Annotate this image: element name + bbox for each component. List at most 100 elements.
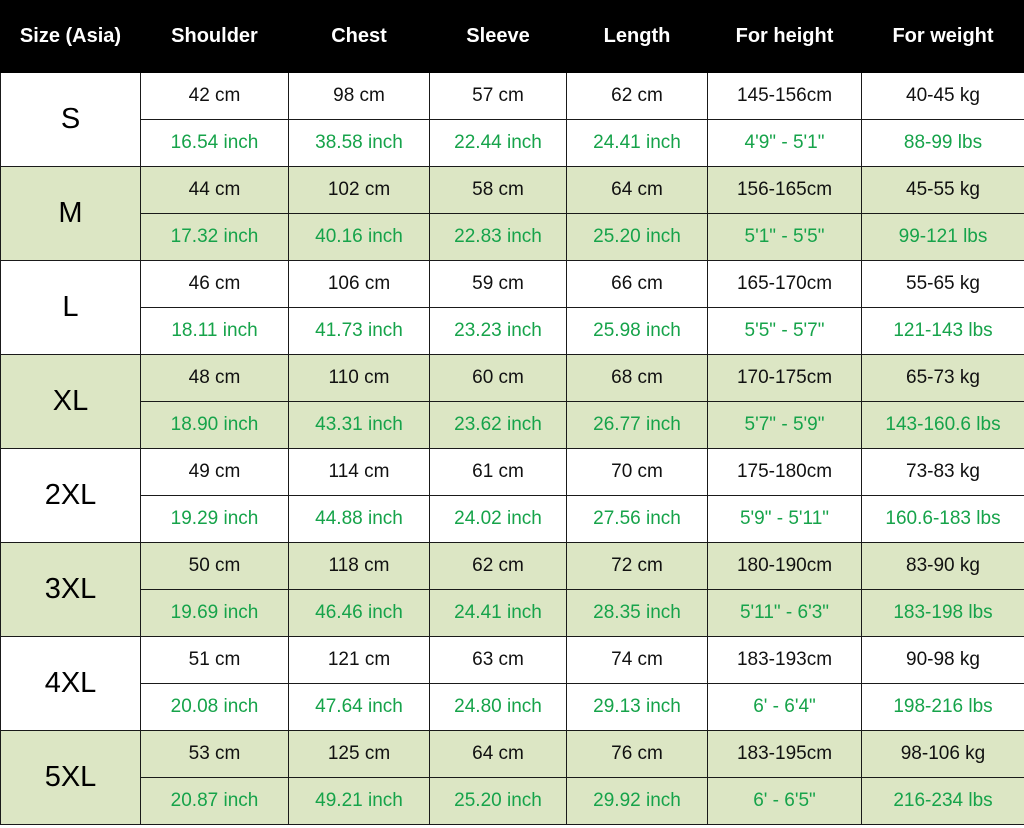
chest-imperial-cell: 44.88 inch [288, 495, 430, 543]
table-row: 2XL 49 cm 114 cm 61 cm 70 cm 175-180cm 73-83 k… [0, 448, 1024, 543]
size-label: M [0, 166, 141, 261]
chest-imperial-cell: 40.16 inch [288, 213, 430, 261]
chest-imperial-cell: 49.21 inch [288, 777, 430, 825]
height-metric-cell: 156-165cm [707, 166, 862, 214]
chest-imperial-cell: 38.58 inch [288, 119, 430, 167]
weight-imperial-cell: 99-121 lbs [861, 213, 1024, 261]
size-label: 5XL [0, 730, 141, 825]
weight-metric-cell: 90-98 kg [861, 636, 1024, 684]
height-metric-cell: 180-190cm [707, 542, 862, 590]
sleeve-metric-cell: 61 cm [429, 448, 567, 496]
table-body: S 42 cm 98 cm 57 cm 62 cm 145-156cm 40-45 kg 16… [0, 72, 1024, 825]
weight-imperial-cell: 198-216 lbs [861, 683, 1024, 731]
header-length: Length [566, 0, 708, 73]
shoulder-metric-cell: 49 cm [140, 448, 289, 496]
shoulder-metric-cell: 44 cm [140, 166, 289, 214]
table-row: 18.90 inch 43.31 inch 23.62 inch 26.77 inch… [1, 401, 1024, 449]
height-imperial-cell: 5'5" - 5'7" [707, 307, 862, 355]
sleeve-metric-cell: 63 cm [429, 636, 567, 684]
length-imperial-cell: 28.35 inch [566, 589, 708, 637]
sleeve-metric-cell: 60 cm [429, 354, 567, 402]
length-metric-cell: 66 cm [566, 260, 708, 308]
table-row: 20.87 inch 49.21 inch 25.20 inch 29.92 inch… [1, 777, 1024, 825]
chest-metric-cell: 102 cm [288, 166, 430, 214]
sleeve-metric-cell: 57 cm [429, 72, 567, 120]
table-row: M 44 cm 102 cm 58 cm 64 cm 156-165cm 45-55 kg [0, 166, 1024, 261]
height-metric-cell: 183-193cm [707, 636, 862, 684]
shoulder-metric-cell: 51 cm [140, 636, 289, 684]
weight-imperial-cell: 183-198 lbs [861, 589, 1024, 637]
size-label: S [0, 72, 141, 167]
shoulder-metric-cell: 53 cm [140, 730, 289, 778]
shoulder-metric-cell: 46 cm [140, 260, 289, 308]
chest-imperial-cell: 43.31 inch [288, 401, 430, 449]
height-metric-cell: 183-195cm [707, 730, 862, 778]
size-label: 3XL [0, 542, 141, 637]
shoulder-imperial-cell: 19.69 inch [140, 589, 289, 637]
shoulder-imperial-cell: 20.08 inch [140, 683, 289, 731]
weight-metric-cell: 40-45 kg [861, 72, 1024, 120]
weight-metric-cell: 65-73 kg [861, 354, 1024, 402]
header-sleeve: Sleeve [429, 0, 567, 73]
table-row: 18.11 inch 41.73 inch 23.23 inch 25.98 inch… [1, 307, 1024, 355]
header-chest: Chest [288, 0, 430, 73]
height-metric-cell: 170-175cm [707, 354, 862, 402]
chest-metric-cell: 110 cm [288, 354, 430, 402]
header-for-height: For height [707, 0, 862, 73]
shoulder-imperial-cell: 17.32 inch [140, 213, 289, 261]
table-row: 16.54 inch 38.58 inch 22.44 inch 24.41 inch… [1, 119, 1024, 167]
sleeve-imperial-cell: 23.62 inch [429, 401, 567, 449]
sleeve-metric-cell: 62 cm [429, 542, 567, 590]
length-imperial-cell: 26.77 inch [566, 401, 708, 449]
shoulder-imperial-cell: 20.87 inch [140, 777, 289, 825]
length-metric-cell: 76 cm [566, 730, 708, 778]
weight-imperial-cell: 121-143 lbs [861, 307, 1024, 355]
length-imperial-cell: 29.13 inch [566, 683, 708, 731]
length-imperial-cell: 27.56 inch [566, 495, 708, 543]
length-imperial-cell: 25.20 inch [566, 213, 708, 261]
table-row: 19.29 inch 44.88 inch 24.02 inch 27.56 inch… [1, 495, 1024, 543]
height-imperial-cell: 5'1" - 5'5" [707, 213, 862, 261]
shoulder-metric-cell: 50 cm [140, 542, 289, 590]
shoulder-imperial-cell: 18.11 inch [140, 307, 289, 355]
table-row: 20.08 inch 47.64 inch 24.80 inch 29.13 inch… [1, 683, 1024, 731]
sleeve-imperial-cell: 22.44 inch [429, 119, 567, 167]
height-imperial-cell: 6' - 6'4" [707, 683, 862, 731]
sleeve-imperial-cell: 22.83 inch [429, 213, 567, 261]
table-row: L 46 cm 106 cm 59 cm 66 cm 165-170cm 55-65 kg [0, 260, 1024, 355]
height-imperial-cell: 5'11" - 6'3" [707, 589, 862, 637]
sleeve-metric-cell: 59 cm [429, 260, 567, 308]
height-imperial-cell: 4'9" - 5'1" [707, 119, 862, 167]
weight-imperial-cell: 88-99 lbs [861, 119, 1024, 167]
chest-metric-cell: 106 cm [288, 260, 430, 308]
shoulder-metric-cell: 42 cm [140, 72, 289, 120]
sleeve-imperial-cell: 25.20 inch [429, 777, 567, 825]
height-imperial-cell: 5'7" - 5'9" [707, 401, 862, 449]
height-metric-cell: 145-156cm [707, 72, 862, 120]
sleeve-imperial-cell: 24.41 inch [429, 589, 567, 637]
table-row: XL 48 cm 110 cm 60 cm 68 cm 170-175cm 65-73 kg [0, 354, 1024, 449]
shoulder-metric-cell: 48 cm [140, 354, 289, 402]
chest-metric-cell: 98 cm [288, 72, 430, 120]
height-imperial-cell: 5'9" - 5'11" [707, 495, 862, 543]
length-imperial-cell: 29.92 inch [566, 777, 708, 825]
length-imperial-cell: 24.41 inch [566, 119, 708, 167]
chest-metric-cell: 114 cm [288, 448, 430, 496]
table-row: 4XL 51 cm 121 cm 63 cm 74 cm 183-193cm 90-98 k… [0, 636, 1024, 731]
size-chart-table: Size (Asia) Shoulder Chest Sleeve Length… [0, 0, 1024, 825]
length-metric-cell: 62 cm [566, 72, 708, 120]
length-metric-cell: 64 cm [566, 166, 708, 214]
weight-imperial-cell: 216-234 lbs [861, 777, 1024, 825]
table-row: S 42 cm 98 cm 57 cm 62 cm 145-156cm 40-45 kg [0, 72, 1024, 167]
table-row: 3XL 50 cm 118 cm 62 cm 72 cm 180-190cm 83-90 k… [0, 542, 1024, 637]
table-row: 5XL 53 cm 125 cm 64 cm 76 cm 183-195cm 98-106 … [0, 730, 1024, 825]
chest-imperial-cell: 46.46 inch [288, 589, 430, 637]
size-label: 4XL [0, 636, 141, 731]
weight-metric-cell: 45-55 kg [861, 166, 1024, 214]
weight-imperial-cell: 143-160.6 lbs [861, 401, 1024, 449]
weight-metric-cell: 83-90 kg [861, 542, 1024, 590]
chest-metric-cell: 125 cm [288, 730, 430, 778]
weight-metric-cell: 73-83 kg [861, 448, 1024, 496]
shoulder-imperial-cell: 16.54 inch [140, 119, 289, 167]
sleeve-imperial-cell: 24.02 inch [429, 495, 567, 543]
